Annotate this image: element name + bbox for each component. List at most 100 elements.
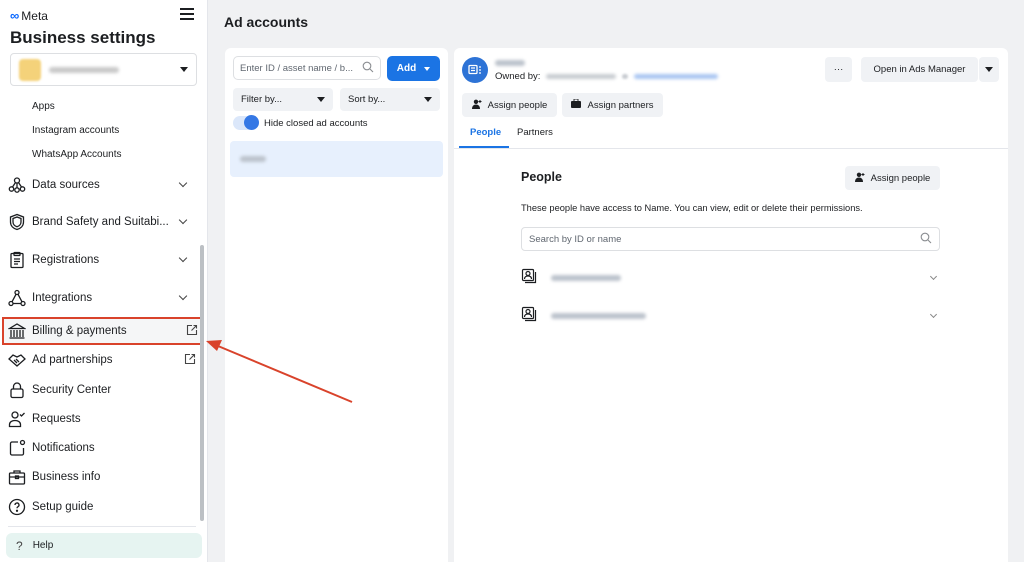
- sidebar-item-requests[interactable]: Requests: [8, 406, 198, 432]
- tab-people[interactable]: People: [470, 127, 501, 138]
- owner-id-link-blurred[interactable]: [634, 74, 719, 79]
- ad-accounts-title: Ad accounts: [224, 14, 309, 30]
- search-icon: [362, 61, 374, 76]
- sidebar-item-label: Business info: [32, 471, 101, 483]
- add-label: Add: [396, 63, 417, 74]
- sidebar-item-security-center[interactable]: Security Center: [8, 377, 198, 403]
- data-sources-icon: [8, 176, 26, 194]
- external-link-icon: [186, 324, 198, 339]
- sort-dropdown[interactable]: Sort by...: [340, 88, 440, 111]
- open-ads-manager-dropdown[interactable]: [979, 57, 999, 82]
- sidebar-item-label: Ad partnerships: [32, 354, 113, 366]
- owned-by: Owned by:: [495, 71, 719, 82]
- ad-accounts-panel: Enter ID / asset name / b... Add Filter …: [225, 48, 448, 562]
- brand-label: Meta: [21, 8, 48, 23]
- caret-down-icon: [985, 67, 993, 72]
- person-row[interactable]: [521, 303, 940, 329]
- people-description: These people have access to Name. You ca…: [521, 203, 863, 213]
- open-ads-manager-label: Open in Ads Manager: [873, 64, 966, 75]
- sidebar-subitem-apps[interactable]: Apps: [32, 101, 55, 112]
- assign-partners-label: Assign partners: [587, 99, 654, 111]
- sidebar-item-setup-guide[interactable]: Setup guide: [8, 494, 198, 520]
- person-row[interactable]: [521, 265, 940, 291]
- question-circle-icon: [8, 498, 26, 516]
- sidebar-item-notifications[interactable]: Notifications: [8, 435, 198, 461]
- chevron-down-icon[interactable]: [929, 310, 938, 319]
- search-placeholder: Enter ID / asset name / b...: [240, 62, 353, 74]
- assign-people-section-button[interactable]: Assign people: [845, 166, 940, 190]
- help-button[interactable]: ? Help: [6, 533, 202, 558]
- sidebar-item-business-info[interactable]: Business info: [8, 464, 198, 490]
- handshake-icon: [8, 351, 26, 369]
- bank-icon: [8, 322, 26, 340]
- header-divider: [454, 148, 1008, 149]
- add-button[interactable]: Add: [387, 56, 440, 81]
- person-add-icon: [854, 172, 865, 185]
- sidebar-item-label: Security Center: [32, 384, 112, 396]
- meta-infinity-icon: ∞: [10, 8, 20, 23]
- people-section-title: People: [521, 170, 562, 184]
- sidebar-item-label: Data sources: [32, 179, 100, 191]
- ad-account-search-input[interactable]: Enter ID / asset name / b...: [233, 56, 381, 80]
- open-ads-manager-button[interactable]: Open in Ads Manager: [861, 57, 978, 82]
- business-avatar: [19, 58, 41, 81]
- separator-blurred: [622, 74, 629, 79]
- ad-account-icon: [462, 57, 488, 83]
- search-icon: [920, 232, 932, 247]
- toggle-label: Hide closed ad accounts: [264, 117, 368, 129]
- person-card-icon: [521, 268, 537, 289]
- owned-by-label: Owned by:: [495, 71, 541, 82]
- chevron-down-icon: [178, 291, 188, 301]
- lock-icon: [8, 381, 26, 399]
- more-options-button[interactable]: ···: [825, 57, 852, 82]
- tab-partners[interactable]: Partners: [517, 127, 553, 138]
- annotation-arrow-head: [206, 340, 222, 351]
- caret-down-icon: [317, 97, 325, 102]
- sidebar-item-ad-partnerships[interactable]: Ad partnerships: [8, 347, 198, 373]
- search-placeholder: Search by ID or name: [529, 233, 622, 245]
- person-name-blurred: [551, 313, 646, 319]
- sidebar-item-label: Integrations: [32, 292, 93, 304]
- integrations-icon: [8, 289, 26, 307]
- person-card-icon: [521, 306, 537, 327]
- sidebar-item-label: Registrations: [32, 254, 100, 266]
- assign-people-button[interactable]: Assign people: [462, 93, 557, 117]
- ad-account-list-item[interactable]: [230, 141, 443, 177]
- chevron-down-icon: [178, 215, 188, 225]
- sidebar-subitem-whatsapp[interactable]: WhatsApp Accounts: [32, 149, 122, 160]
- assign-people-label: Assign people: [870, 172, 931, 184]
- business-selector[interactable]: [10, 53, 197, 86]
- sidebar-item-integrations[interactable]: Integrations: [8, 285, 198, 311]
- filter-label: Filter by...: [241, 94, 282, 105]
- sidebar-item-label: Setup guide: [32, 501, 94, 513]
- sidebar-item-registrations[interactable]: Registrations: [8, 247, 198, 273]
- owner-name-blurred: [546, 74, 617, 79]
- chevron-down-icon: [178, 178, 188, 188]
- chevron-down-icon[interactable]: [929, 272, 938, 281]
- sidebar-scrollbar[interactable]: [200, 245, 204, 521]
- sidebar-item-label: Requests: [32, 413, 81, 425]
- assign-people-label: Assign people: [487, 99, 548, 111]
- briefcase-icon: [571, 98, 582, 111]
- shield-icon: [8, 213, 26, 231]
- sidebar-divider: [8, 526, 196, 527]
- meta-logo[interactable]: ∞ Meta: [10, 8, 48, 23]
- menu-icon[interactable]: [180, 8, 194, 20]
- sidebar-item-data-sources[interactable]: Data sources: [8, 172, 198, 198]
- hide-closed-toggle[interactable]: [233, 115, 259, 130]
- sidebar-item-label: Brand Safety and Suitabi...: [32, 216, 169, 228]
- assign-partners-button[interactable]: Assign partners: [562, 93, 663, 117]
- person-name-blurred: [551, 275, 621, 281]
- sidebar-subitem-instagram[interactable]: Instagram accounts: [32, 125, 119, 136]
- sidebar-item-billing-payments[interactable]: Billing & payments: [2, 317, 202, 345]
- sidebar-item-brand-safety[interactable]: Brand Safety and Suitabi...: [8, 209, 198, 235]
- page-heading: Business settings: [10, 28, 156, 47]
- business-name-blurred: [49, 66, 119, 73]
- people-search-input[interactable]: Search by ID or name: [521, 227, 940, 251]
- chevron-down-icon: [178, 253, 188, 263]
- briefcase-icon: [8, 468, 26, 486]
- ad-account-detail-panel: Owned by: ··· Open in Ads Manager Assign…: [454, 48, 1008, 562]
- sidebar-item-label: Billing & payments: [32, 325, 127, 337]
- person-add-icon: [471, 99, 482, 112]
- filter-dropdown[interactable]: Filter by...: [233, 88, 333, 111]
